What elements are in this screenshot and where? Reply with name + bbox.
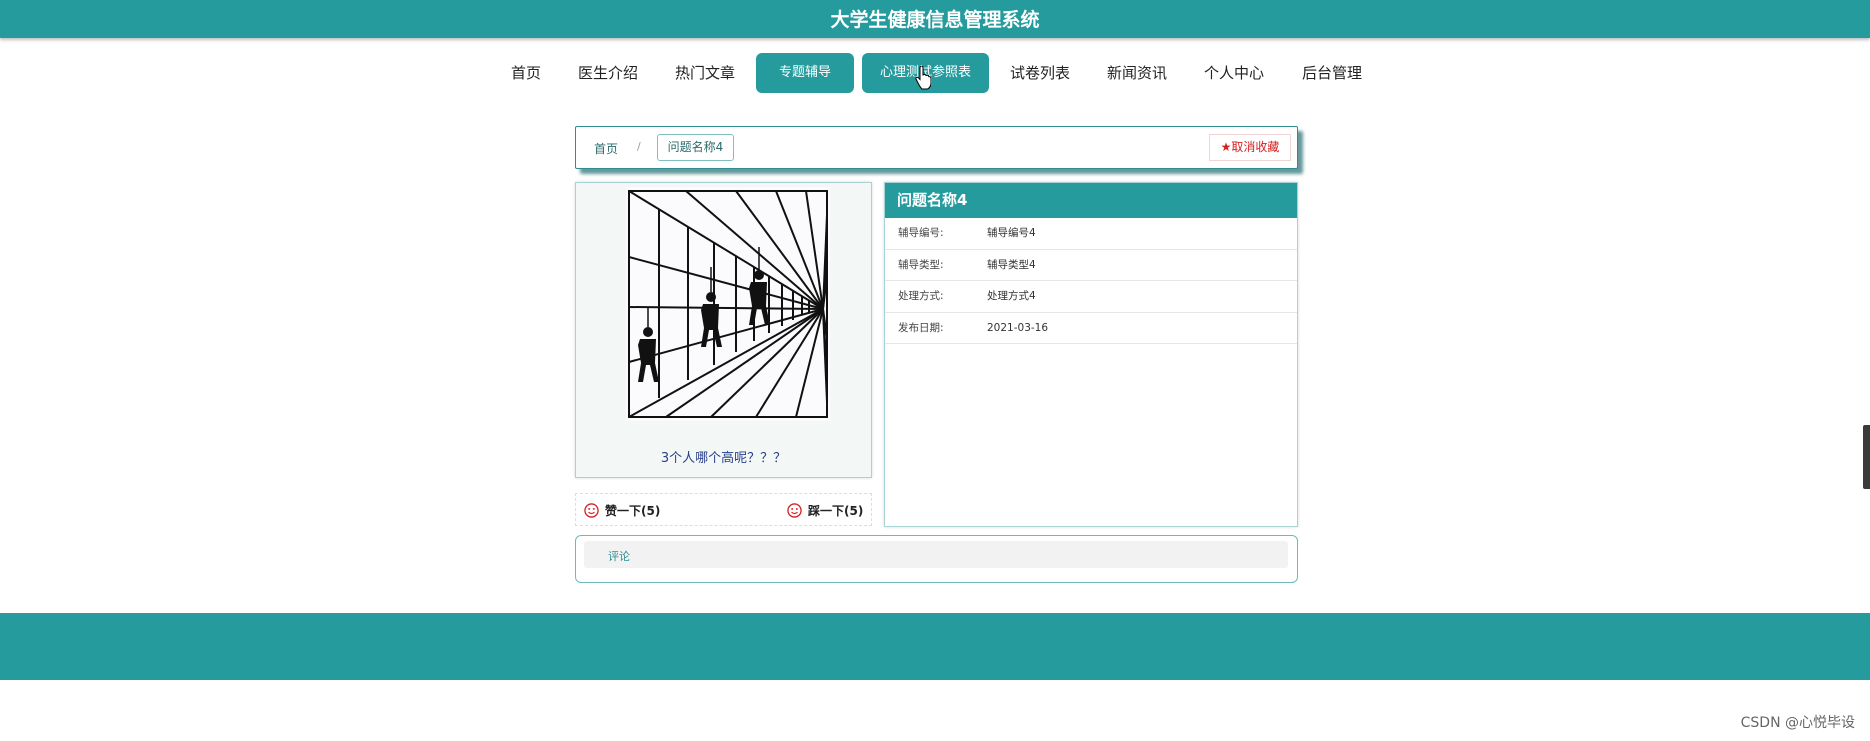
breadcrumb-current: 问题名称4 <box>657 134 734 161</box>
hand-cursor-icon <box>915 66 931 90</box>
nav-item-admin[interactable]: 后台管理 <box>1297 53 1367 93</box>
side-scroll-tab[interactable] <box>1863 425 1870 489</box>
comment-section: 评论 <box>575 535 1298 583</box>
breadcrumb-home-link[interactable]: 首页 <box>594 140 618 157</box>
nav-item-topic-guidance[interactable]: 专题辅导 <box>756 53 854 93</box>
smile-face-icon <box>787 503 802 518</box>
vote-bar: 赞一下(5) 踩一下(5) <box>575 493 872 526</box>
watermark: CSDN @心悦毕设 <box>1740 715 1855 731</box>
breadcrumb-separator: / <box>637 140 641 153</box>
smile-face-icon <box>584 503 599 518</box>
dislike-label: 踩一下(5) <box>808 504 864 518</box>
star-icon: ★ <box>1220 140 1232 154</box>
like-label: 赞一下(5) <box>605 504 661 518</box>
image-caption: 3个人哪个高呢？？？ <box>660 451 787 466</box>
detail-value: 处理方式4 <box>987 290 1036 302</box>
corridor-illusion-image <box>626 187 830 421</box>
detail-title: 问题名称4 <box>885 183 1297 218</box>
detail-value: 2021-03-16 <box>987 321 1049 334</box>
cancel-favorite-button[interactable]: ★取消收藏 <box>1209 134 1291 161</box>
detail-key: 处理方式: <box>898 290 944 302</box>
comment-tab-label: 评论 <box>608 550 630 563</box>
detail-row: 处理方式: 处理方式4 <box>885 281 1297 313</box>
detail-value: 辅导类型4 <box>987 258 1036 271</box>
page-footer <box>0 613 1870 680</box>
nav-item-doctors[interactable]: 医生介绍 <box>573 53 643 93</box>
detail-value: 辅导编号4 <box>987 227 1036 239</box>
detail-key: 辅导类型: <box>898 258 944 271</box>
dislike-button[interactable]: 踩一下(5) <box>787 502 863 519</box>
detail-key: 发布日期: <box>898 321 944 334</box>
top-header-bar: 大学生健康信息管理系统 <box>0 0 1870 38</box>
nav-item-home[interactable]: 首页 <box>504 53 548 93</box>
main-nav: 首页 医生介绍 热门文章 专题辅导 心理测试参照表 试卷列表 新闻资讯 个人中心… <box>0 53 1870 93</box>
detail-row: 辅导编号: 辅导编号4 <box>885 218 1297 250</box>
nav-item-hot-articles[interactable]: 热门文章 <box>670 53 740 93</box>
like-button[interactable]: 赞一下(5) <box>584 502 660 519</box>
breadcrumb: 首页 / 问题名称4 ★取消收藏 <box>575 126 1298 169</box>
comment-tab[interactable]: 评论 <box>584 541 1288 568</box>
detail-card: 问题名称4 辅导编号: 辅导编号4 辅导类型: 辅导类型4 处理方式: 处理方式… <box>884 182 1298 527</box>
cancel-favorite-label: 取消收藏 <box>1231 140 1280 154</box>
nav-item-exam-list[interactable]: 试卷列表 <box>1004 53 1076 93</box>
nav-item-news[interactable]: 新闻资讯 <box>1102 53 1172 93</box>
detail-key: 辅导编号: <box>898 227 944 239</box>
site-title: 大学生健康信息管理系统 <box>830 9 1040 31</box>
nav-item-personal-center[interactable]: 个人中心 <box>1198 53 1270 93</box>
detail-row: 发布日期: 2021-03-16 <box>885 313 1297 344</box>
image-card: 3个人哪个高呢？？？ <box>575 182 872 478</box>
detail-row: 辅导类型: 辅导类型4 <box>885 250 1297 281</box>
